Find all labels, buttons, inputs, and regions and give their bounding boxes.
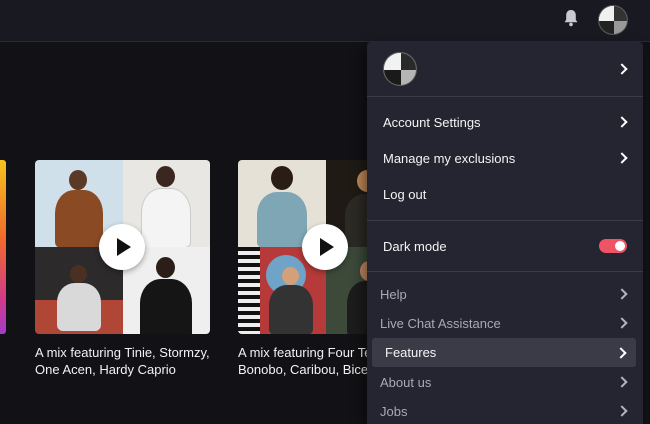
mix-caption-line: A mix featuring Four Te bbox=[238, 345, 367, 360]
mix-cover-art[interactable] bbox=[238, 160, 367, 334]
menu-item-dark-mode: Dark mode bbox=[367, 228, 643, 264]
mix-caption-line: Bonobo, Caribou, Bicep bbox=[238, 362, 367, 377]
chevron-right-icon bbox=[616, 116, 628, 128]
menu-item-label: Help bbox=[380, 286, 407, 302]
menu-item-label: Log out bbox=[383, 186, 427, 202]
profile-avatar bbox=[383, 52, 417, 86]
divider bbox=[367, 271, 643, 272]
menu-item-help[interactable]: Help bbox=[367, 280, 643, 308]
menu-item-features[interactable]: Features bbox=[372, 338, 636, 367]
chevron-right-icon bbox=[616, 288, 628, 300]
menu-item-label: Live Chat Assistance bbox=[380, 315, 501, 331]
bell-icon[interactable] bbox=[563, 9, 579, 27]
chevron-right-icon bbox=[616, 63, 628, 75]
chevron-right-icon bbox=[616, 376, 628, 388]
menu-item-log-out[interactable]: Log out bbox=[367, 176, 643, 212]
menu-item-jobs[interactable]: Jobs bbox=[367, 397, 643, 424]
menu-item-about-us[interactable]: About us bbox=[367, 368, 643, 396]
menu-item-label: Features bbox=[385, 345, 437, 360]
divider bbox=[367, 96, 643, 97]
menu-item-live-chat[interactable]: Live Chat Assistance bbox=[367, 309, 643, 337]
menu-item-label: Jobs bbox=[380, 403, 408, 419]
profile-row[interactable] bbox=[367, 42, 643, 96]
mix-card[interactable]: A mix featuring Four Te Bonobo, Caribou,… bbox=[238, 160, 367, 378]
menu-item-account-settings[interactable]: Account Settings bbox=[367, 104, 643, 140]
previous-card-edge[interactable] bbox=[0, 160, 6, 334]
divider bbox=[367, 220, 643, 221]
avatar-image bbox=[599, 6, 627, 34]
chevron-right-icon bbox=[616, 317, 628, 329]
play-button[interactable] bbox=[302, 224, 348, 270]
dark-mode-toggle[interactable] bbox=[599, 239, 627, 253]
mix-card[interactable]: A mix featuring Tinie, Stormzy, One Acen… bbox=[35, 160, 210, 378]
mix-cover-art[interactable] bbox=[35, 160, 210, 334]
menu-item-label: Dark mode bbox=[383, 238, 447, 254]
user-avatar-button[interactable] bbox=[598, 5, 628, 35]
account-dropdown-menu: Account Settings Manage my exclusions Lo… bbox=[367, 42, 643, 424]
menu-item-label: Account Settings bbox=[383, 114, 481, 130]
chevron-right-icon bbox=[616, 405, 628, 417]
menu-item-label: About us bbox=[380, 374, 432, 390]
mix-caption-line: A mix featuring Tinie, Stormzy, bbox=[35, 345, 210, 360]
menu-item-label: Manage my exclusions bbox=[383, 150, 516, 166]
chevron-right-icon bbox=[616, 152, 628, 164]
menu-item-manage-exclusions[interactable]: Manage my exclusions bbox=[367, 140, 643, 176]
chevron-right-icon bbox=[615, 346, 627, 359]
mix-caption-line: One Acen, Hardy Caprio bbox=[35, 362, 176, 377]
top-bar bbox=[0, 0, 650, 42]
play-button[interactable] bbox=[99, 224, 145, 270]
